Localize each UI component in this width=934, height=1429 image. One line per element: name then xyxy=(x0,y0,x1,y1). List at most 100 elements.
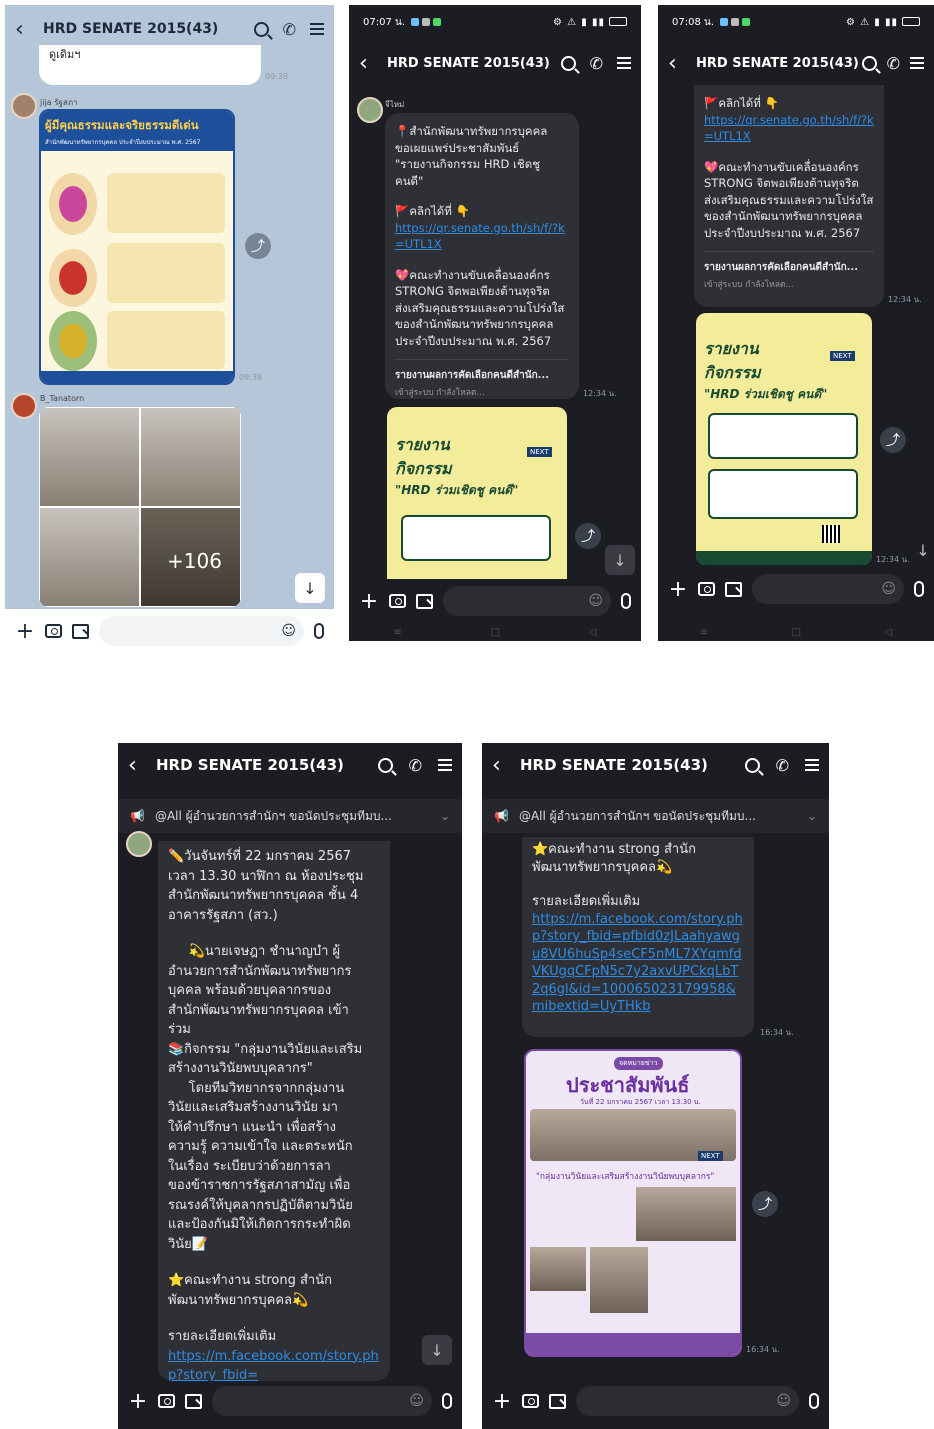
chevron-left-icon[interactable]: ‹ xyxy=(492,753,514,778)
emoji-icon[interactable]: ☺ xyxy=(776,1393,791,1409)
mic-icon[interactable] xyxy=(621,593,631,609)
message-time: 16:34 น. xyxy=(746,1345,780,1354)
message-link[interactable]: https://qr.senate.go.th/sh/f/?k=UTL1X xyxy=(704,112,874,145)
avatar[interactable] xyxy=(126,831,152,857)
menu-icon[interactable] xyxy=(617,57,631,69)
share-icon[interactable]: ⤴ xyxy=(575,523,601,549)
image-icon[interactable] xyxy=(725,581,742,597)
nav-home-icon[interactable]: □ xyxy=(792,627,801,638)
phone-icon[interactable]: ✆ xyxy=(590,54,603,73)
message-line: สำนักพัฒนาทรัพยากรบุคคล เข้า xyxy=(168,1002,349,1018)
image-icon[interactable] xyxy=(185,1393,202,1409)
message-bubble[interactable]: ⭐คณะทำงาน strong สำนัก พัฒนาทรัพยากรบุคค… xyxy=(522,837,754,1037)
plus-icon[interactable]: + xyxy=(492,1389,512,1414)
menu-icon[interactable] xyxy=(910,57,924,69)
mic-icon[interactable] xyxy=(314,623,324,639)
plus-icon[interactable]: + xyxy=(359,589,379,614)
chevron-left-icon[interactable]: ‹ xyxy=(15,17,37,42)
message-input[interactable]: ☺ xyxy=(99,616,304,646)
arrow-down-icon[interactable]: ↓ xyxy=(295,573,325,603)
share-icon[interactable]: ⤴ xyxy=(752,1191,778,1217)
camera-icon[interactable] xyxy=(698,582,715,596)
chevron-left-icon[interactable]: ‹ xyxy=(668,51,690,76)
image-message[interactable]: รายงาน กิจกรรม "HRD ร่วมเชิดชู คนดี" NEX… xyxy=(696,313,872,565)
message-bubble[interactable]: 🚩คลิกได้ที่ 👇 https://qr.senate.go.th/sh… xyxy=(694,85,884,307)
emoji-icon[interactable]: ☺ xyxy=(409,1393,424,1409)
image-icon[interactable] xyxy=(72,623,89,639)
phone-icon[interactable]: ✆ xyxy=(409,756,422,775)
search-icon[interactable] xyxy=(377,757,393,773)
search-icon[interactable] xyxy=(560,55,576,71)
plus-icon[interactable]: + xyxy=(128,1389,148,1414)
avatar[interactable] xyxy=(11,393,37,419)
chevron-left-icon[interactable]: ‹ xyxy=(128,753,150,778)
image-message[interactable]: จดหมายข่าว ประชาสัมพันธ์ วันที่ 22 มกราค… xyxy=(524,1049,742,1357)
system-nav-bar: ≡ □ ◁ xyxy=(349,623,641,641)
link-preview[interactable]: รายงานผลการคัดเลือกคนดีสำนัก... เข้าสู่ร… xyxy=(395,359,569,401)
menu-icon[interactable] xyxy=(805,759,819,771)
chevron-down-icon[interactable]: ⌄ xyxy=(440,809,450,823)
message-link[interactable]: https://m.facebook.com/story.php?story_f… xyxy=(168,1347,380,1382)
poster-subtitle: สำนักพัฒนาทรัพยากรบุคคล ประจำปีงบประมาณ … xyxy=(41,137,233,151)
menu-icon[interactable] xyxy=(310,23,324,35)
camera-icon[interactable] xyxy=(389,594,406,608)
nav-back-icon[interactable]: ◁ xyxy=(885,627,893,638)
emoji-icon[interactable]: ☺ xyxy=(281,623,296,639)
image-icon[interactable] xyxy=(416,593,433,609)
message-line: ในเรื่อง ระเบียบว่าด้วยการลา xyxy=(168,1158,331,1174)
image-message[interactable]: ผู้มีคุณธรรมและจริยธรรมดีเด่น สำนักพัฒนา… xyxy=(39,109,235,385)
arrow-down-icon[interactable]: ↓ xyxy=(422,1335,452,1365)
emoji-icon[interactable]: ☺ xyxy=(588,593,603,609)
link-preview[interactable]: รายงานผลการคัดเลือกคนดีสำนัก... เข้าสู่ร… xyxy=(704,251,874,293)
message-input[interactable]: ☺ xyxy=(443,586,611,616)
camera-icon[interactable] xyxy=(45,624,62,638)
arrow-down-icon[interactable]: ↓ xyxy=(908,535,934,565)
chevron-left-icon[interactable]: ‹ xyxy=(359,51,381,76)
avatar[interactable] xyxy=(357,97,383,123)
nav-home-icon[interactable]: □ xyxy=(491,627,500,638)
menu-icon[interactable] xyxy=(438,759,452,771)
photo-grid-message[interactable]: +106 xyxy=(39,407,241,607)
phone-icon[interactable]: ✆ xyxy=(283,20,296,39)
poster-heading: รายงาน xyxy=(395,435,450,454)
plus-icon[interactable]: + xyxy=(668,577,688,602)
message-input[interactable]: ☺ xyxy=(576,1386,799,1416)
phone-icon[interactable]: ✆ xyxy=(776,756,789,775)
arrow-down-icon[interactable]: ↓ xyxy=(605,545,635,575)
phone-icon[interactable]: ✆ xyxy=(887,54,900,73)
nav-back-icon[interactable]: ◁ xyxy=(589,627,597,638)
image-message[interactable]: รายงาน กิจกรรม "HRD ร่วมเชิดชู คนดี" NEX… xyxy=(387,407,567,579)
search-icon[interactable] xyxy=(744,757,760,773)
chat-screen-3: 07:08 น. ⚙ ⚠ ▮ ▮▮ ‹ HRD SENATE 2015(43) … xyxy=(658,5,934,641)
mic-icon[interactable] xyxy=(442,1393,452,1409)
search-icon[interactable] xyxy=(861,55,877,71)
nav-recent-icon[interactable]: ≡ xyxy=(700,627,708,638)
message-input[interactable]: ☺ xyxy=(752,574,904,604)
announcement-banner[interactable]: 📢 @All ผู้อำนวยการสำนักฯ ขอนัดประชุมทีมบ… xyxy=(482,799,829,833)
image-icon[interactable] xyxy=(549,1393,566,1409)
message-link[interactable]: https://m.facebook.com/story.php?story_f… xyxy=(532,911,744,1016)
mic-icon[interactable] xyxy=(809,1393,819,1409)
emoji-icon[interactable]: ☺ xyxy=(881,581,896,597)
message-link[interactable]: https://qr.senate.go.th/sh/f/?k=UTL1X xyxy=(395,220,569,253)
message-bubble[interactable]: 📍สำนักพัฒนาทรัพยากรบุคคล ขอเผยแพร่ประชาส… xyxy=(385,113,579,399)
message-bubble[interactable]: ✏️วันจันทร์ที่ 22 มกราคม 2567 เวลา 13.30… xyxy=(158,841,390,1381)
share-icon[interactable]: ⤴ xyxy=(245,233,271,259)
avatar[interactable] xyxy=(11,93,37,119)
message-line: พัฒนาทรัพยากรบุคคล💫 xyxy=(532,859,673,875)
poster-card xyxy=(107,243,225,303)
camera-icon[interactable] xyxy=(158,1394,175,1408)
message-bubble[interactable]: ดูเดิมฯ xyxy=(39,45,261,85)
plus-icon[interactable]: + xyxy=(15,619,35,644)
poster-photo xyxy=(530,1247,586,1291)
share-icon[interactable]: ⤴ xyxy=(880,427,906,453)
camera-icon[interactable] xyxy=(522,1394,539,1408)
message-input[interactable]: ☺ xyxy=(212,1386,432,1416)
chevron-down-icon[interactable]: ⌄ xyxy=(807,809,817,823)
megaphone-icon: 📢 xyxy=(130,809,145,823)
message-line: ของข้าราชการรัฐสภาสามัญ เพื่อ xyxy=(168,1178,351,1193)
announcement-banner[interactable]: 📢 @All ผู้อำนวยการสำนักฯ ขอนัดประชุมทีมบ… xyxy=(118,799,462,833)
mic-icon[interactable] xyxy=(914,581,924,597)
nav-recent-icon[interactable]: ≡ xyxy=(393,627,401,638)
search-icon[interactable] xyxy=(253,21,269,37)
